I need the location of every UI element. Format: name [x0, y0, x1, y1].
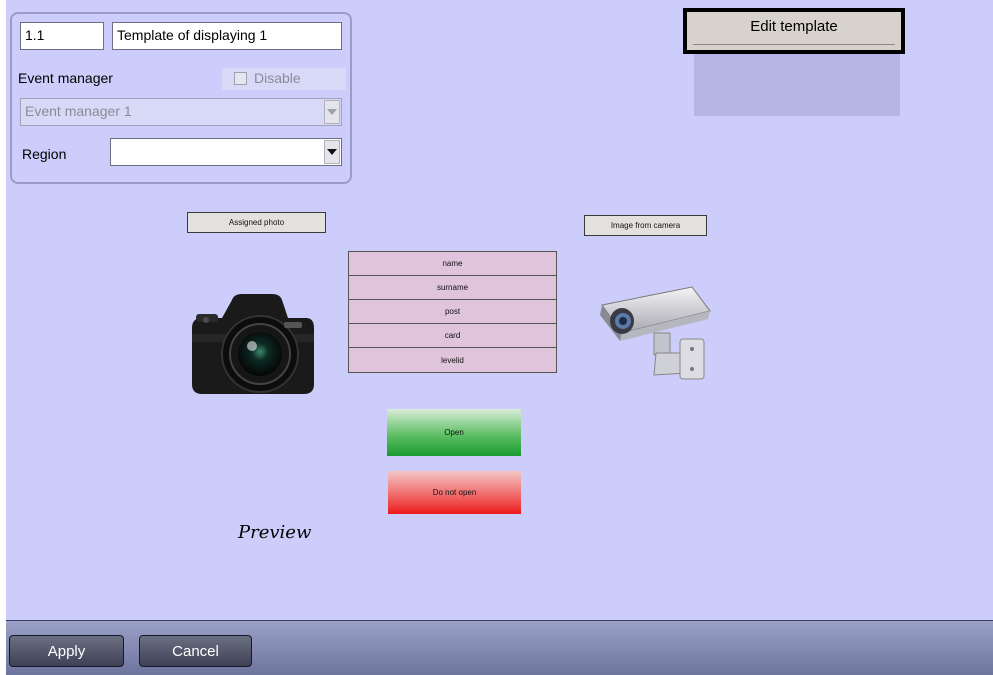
settings-panel: 1.1 Template of displaying 1 Event manag… — [10, 12, 352, 184]
id-field[interactable]: 1.1 — [20, 22, 104, 50]
field-card: card — [349, 324, 556, 348]
field-surname: surname — [349, 276, 556, 300]
event-manager-select-value: Event manager 1 — [25, 103, 132, 119]
preview-caption: Preview — [238, 522, 312, 543]
chevron-down-icon[interactable] — [324, 140, 340, 164]
edit-template-button[interactable]: Edit template — [683, 8, 905, 54]
chevron-down-icon[interactable] — [324, 100, 340, 124]
field-levelid: levelid — [441, 355, 464, 365]
field-name: name — [349, 252, 556, 276]
edit-template-label: Edit template — [750, 18, 838, 35]
checkbox-icon[interactable] — [234, 72, 247, 85]
template-thumbnail-area — [694, 54, 900, 116]
disable-checkbox[interactable]: Disable — [222, 68, 346, 90]
person-info-table: name surname post card levelid — [348, 251, 557, 373]
region-select[interactable] — [110, 138, 342, 166]
cancel-button[interactable]: Cancel — [139, 635, 252, 667]
open-button[interactable]: Open — [387, 409, 521, 456]
image-from-camera-label: Image from camera — [584, 215, 707, 236]
apply-button[interactable]: Apply — [9, 635, 124, 667]
region-label: Region — [22, 146, 67, 162]
do-not-open-button[interactable]: Do not open — [388, 471, 521, 514]
disable-label: Disable — [254, 70, 301, 86]
bottom-toolbar: Apply Cancel — [6, 620, 993, 675]
assigned-photo-label: Assigned photo — [187, 212, 326, 233]
template-name-field[interactable]: Template of displaying 1 — [112, 22, 342, 50]
cctv-camera-icon — [600, 286, 711, 380]
field-post: post — [349, 300, 556, 324]
event-manager-label: Event manager — [18, 70, 113, 86]
photo-camera-icon — [192, 294, 314, 394]
event-manager-select[interactable]: Event manager 1 — [20, 98, 342, 126]
